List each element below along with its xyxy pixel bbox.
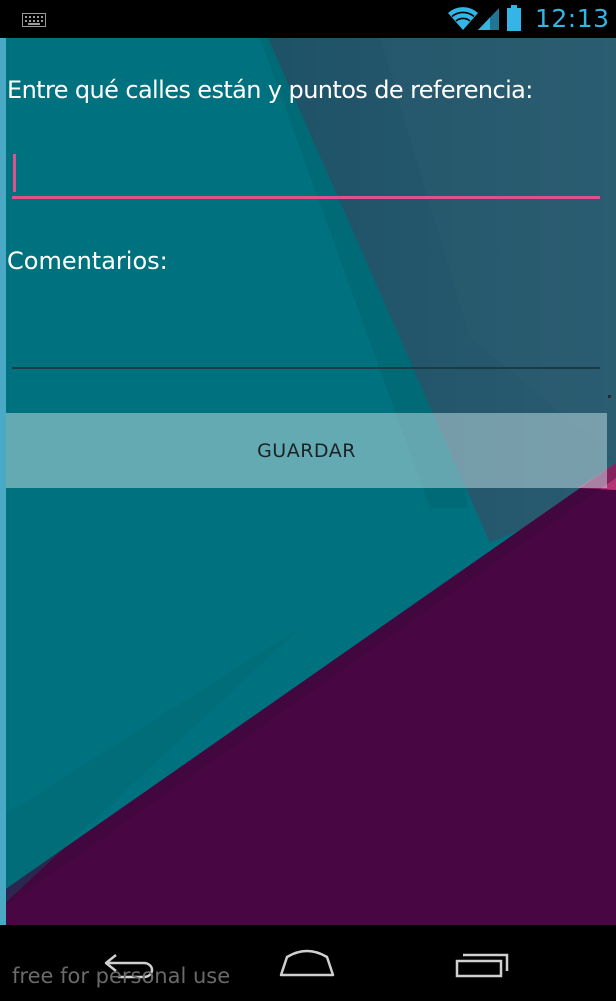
comments-label: Comentarios: (7, 247, 168, 275)
status-bar: 12:13 (0, 0, 616, 38)
streets-label: Entre qué calles están y puntos de refer… (7, 76, 533, 104)
save-button[interactable]: GUARDAR (6, 413, 607, 488)
streets-input[interactable] (12, 149, 600, 199)
text-cursor (13, 154, 16, 192)
keyboard-icon (22, 12, 46, 31)
wifi-icon (447, 5, 479, 35)
status-clock: 12:13 (535, 4, 610, 33)
back-button[interactable] (70, 925, 190, 1001)
watermark-text: free for personal use (12, 964, 231, 988)
navigation-bar: free for personal use (0, 925, 616, 1001)
battery-icon (506, 5, 522, 35)
phone-screen: 12:13 Entre qué calles están y puntos de… (0, 0, 616, 1001)
home-icon (279, 949, 335, 977)
home-button[interactable] (246, 925, 366, 1001)
recents-button[interactable] (423, 925, 543, 1001)
signal-icon (478, 6, 500, 34)
app-content: Entre qué calles están y puntos de refer… (0, 38, 616, 925)
recents-icon (455, 953, 509, 978)
scroll-indicator (608, 395, 611, 398)
comments-input[interactable] (12, 319, 600, 369)
